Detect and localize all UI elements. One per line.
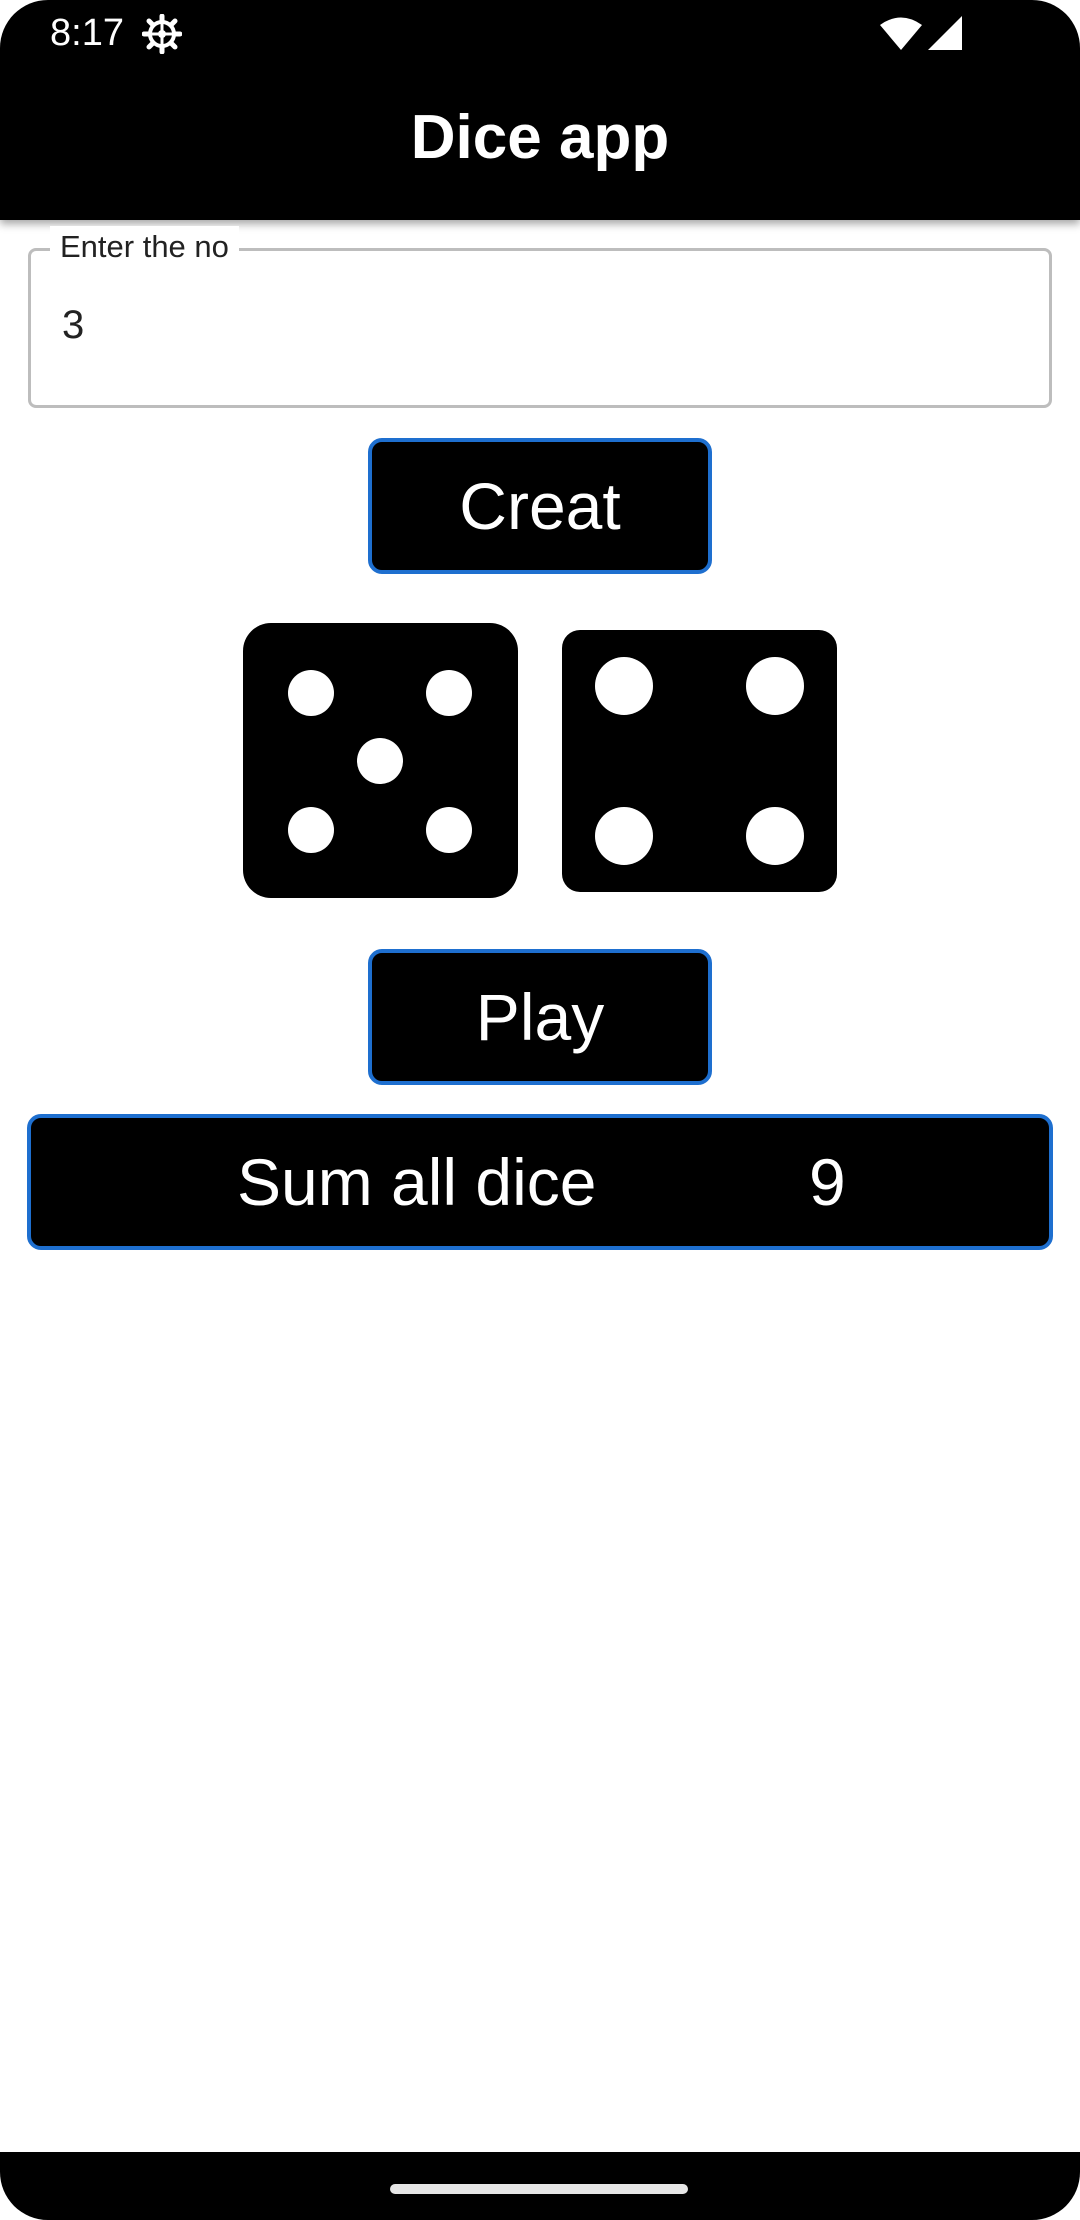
- sum-all-dice-bar[interactable]: Sum all dice 9: [27, 1114, 1053, 1250]
- status-bar: 8:17: [0, 0, 1080, 66]
- app-title: Dice app: [410, 102, 670, 172]
- navigation-bar: [0, 2152, 1080, 2220]
- home-gesture-handle[interactable]: [390, 2184, 688, 2194]
- cell-signal-icon: [928, 16, 962, 50]
- number-input-label: Enter the no: [50, 226, 239, 268]
- die-five-icon: [243, 623, 518, 898]
- sum-value: 9: [809, 1145, 846, 1219]
- wifi-icon: [880, 17, 922, 50]
- status-time: 8:17: [50, 12, 124, 54]
- create-button[interactable]: Creat: [368, 438, 712, 574]
- settings-icon: [142, 14, 182, 54]
- die-four-icon: [562, 630, 837, 892]
- play-button[interactable]: Play: [368, 949, 712, 1085]
- number-input[interactable]: [62, 300, 962, 350]
- app-bar: Dice app: [0, 66, 1080, 220]
- sum-label: Sum all dice: [237, 1145, 597, 1219]
